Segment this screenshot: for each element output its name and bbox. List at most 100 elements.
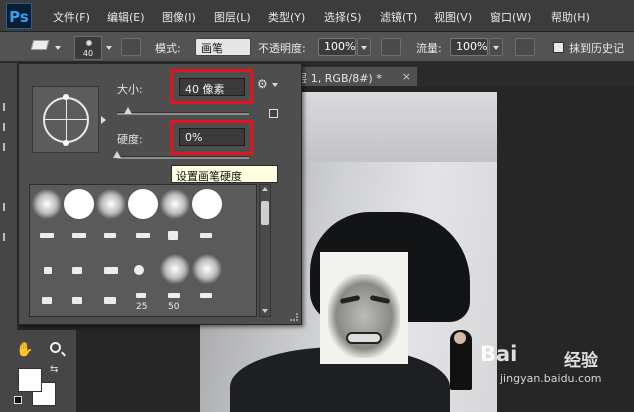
flow-label: 流量: (416, 42, 442, 55)
brush-preset-list[interactable]: 25 50 (29, 184, 257, 317)
menu-select[interactable]: 选择(S) (324, 9, 362, 25)
meme-mouth (346, 332, 382, 344)
menu-type[interactable]: 类型(Y) (268, 9, 305, 25)
menu-file[interactable]: 文件(F) (53, 9, 90, 25)
menu-edit[interactable]: 编辑(E) (107, 9, 145, 25)
brush-angle-crosshair-v (66, 97, 67, 143)
brush-preset-hard-round[interactable] (64, 189, 94, 219)
brush-preset-icon[interactable] (168, 231, 178, 240)
size-slider-track[interactable] (117, 112, 249, 115)
angle-arrow-icon (101, 116, 106, 124)
hardness-tooltip: 设置画笔硬度 (171, 165, 278, 183)
mode-value: 画笔 (201, 42, 223, 55)
hand-tool-icon[interactable]: ✋ (16, 342, 33, 358)
resize-grip-icon[interactable] (290, 313, 298, 321)
tool-icon[interactable] (3, 203, 13, 211)
brush-preset-icon[interactable] (40, 233, 54, 238)
brush-angle-preview[interactable] (32, 86, 99, 153)
menu-bar: Ps 文件(F) 编辑(E) 图像(I) 图层(L) 类型(Y) 选择(S) 滤… (0, 0, 634, 32)
watermark-title: 经验 (564, 351, 598, 371)
menu-layer[interactable]: 图层(L) (214, 9, 251, 25)
pressure-opacity-icon[interactable] (381, 38, 401, 56)
brush-preset-soft-round[interactable] (32, 189, 62, 219)
photoshop-logo: Ps (6, 3, 32, 29)
menu-filter[interactable]: 滤镜(T) (380, 9, 417, 25)
brush-preset-picker[interactable]: 40 (74, 36, 102, 60)
brush-preset-size-label: 50 (168, 302, 180, 312)
mode-select[interactable]: 画笔 (195, 38, 251, 56)
gear-icon[interactable]: ⚙ (257, 77, 268, 91)
brush-preset-soft-round[interactable] (160, 254, 190, 284)
brush-preset-hard-round[interactable] (128, 189, 158, 219)
menu-image[interactable]: 图像(I) (162, 9, 196, 25)
brush-preset-icon[interactable] (168, 293, 180, 298)
zoom-tool-icon[interactable] (50, 342, 61, 353)
brush-preset-icon[interactable] (136, 293, 146, 298)
hardness-slider-thumb[interactable] (113, 151, 121, 158)
brush-size-readout: 40 (82, 49, 94, 58)
erase-history-checkbox[interactable] (553, 42, 564, 53)
preset-scrollbar[interactable] (259, 184, 271, 317)
angle-handle-bottom[interactable] (63, 140, 69, 146)
brush-preset-popup: 大小: 40 像素 ⚙ 硬度: 0% 设置画笔硬度 25 50 (18, 63, 302, 325)
scroll-up-icon[interactable] (262, 187, 268, 191)
brush-preset-icon[interactable] (200, 293, 212, 298)
brush-preset-icon[interactable] (104, 297, 116, 304)
hardness-label: 硬度: (117, 133, 143, 146)
brush-preset-icon[interactable] (104, 233, 116, 238)
hardness-slider-track[interactable] (117, 156, 249, 159)
watermark-logo: Bai (480, 342, 518, 366)
photo-background-person-head (454, 332, 466, 344)
flow-input[interactable]: 100% (450, 38, 488, 56)
brush-preset-soft-round[interactable] (160, 189, 190, 219)
hardness-highlight-box (170, 120, 253, 155)
new-preset-icon[interactable] (269, 109, 278, 118)
brush-preset-hard-round[interactable] (192, 189, 222, 219)
tool-icon[interactable] (3, 233, 13, 241)
opacity-dropdown-button[interactable] (357, 38, 371, 56)
angle-handle-top[interactable] (63, 94, 69, 100)
scroll-down-icon[interactable] (262, 309, 268, 313)
menu-window[interactable]: 窗口(W) (490, 9, 531, 25)
brush-preset-icon[interactable] (42, 297, 52, 304)
brush-preset-icon[interactable] (72, 233, 86, 238)
brush-preset-soft-round[interactable] (96, 189, 126, 219)
brush-preset-icon[interactable] (72, 267, 82, 274)
airbrush-icon[interactable] (515, 38, 535, 56)
foreground-color-swatch[interactable] (18, 368, 42, 392)
brush-preset-size-label: 25 (136, 302, 148, 312)
eraser-icon[interactable] (30, 40, 50, 50)
options-bar: 40 模式: 画笔 不透明度: 100% 流量: 100% 抹到历史记 (0, 32, 634, 62)
brush-preset-soft-round[interactable] (192, 254, 222, 284)
swap-colors-icon[interactable]: ⇆ (50, 364, 58, 375)
brush-preset-icon[interactable] (200, 233, 212, 238)
brush-preset-icon[interactable] (72, 297, 82, 304)
size-label: 大小: (117, 83, 143, 96)
default-colors-icon[interactable] (14, 396, 22, 404)
flow-dropdown-button[interactable] (489, 38, 503, 56)
close-icon[interactable]: × (402, 70, 411, 83)
tool-icon[interactable] (3, 123, 13, 131)
size-slider-thumb[interactable] (123, 107, 132, 114)
brush-preset-icon[interactable] (134, 265, 144, 275)
brush-panel-toggle-icon[interactable] (121, 38, 141, 56)
brush-preset-icon[interactable] (136, 233, 150, 238)
tool-icon[interactable] (3, 143, 13, 151)
erase-history-label: 抹到历史记 (569, 42, 624, 55)
menu-help[interactable]: 帮助(H) (551, 9, 590, 25)
watermark-url: jingyan.baidu.com (500, 372, 602, 385)
chevron-down-icon (493, 46, 499, 50)
flow-value: 100% (456, 40, 488, 53)
scroll-thumb[interactable] (261, 201, 269, 225)
brush-tip-icon (86, 40, 92, 46)
tool-icon[interactable] (3, 103, 13, 111)
brush-picker-arrow-icon[interactable] (106, 46, 112, 50)
opacity-input[interactable]: 100% (318, 38, 356, 56)
tool-preset-arrow-icon[interactable] (55, 46, 61, 50)
brush-preset-icon[interactable] (44, 267, 52, 274)
baidu-watermark: Bai 经验 jingyan.baidu.com (480, 342, 630, 404)
size-highlight-box (170, 69, 253, 104)
chevron-down-icon (361, 46, 367, 50)
menu-view[interactable]: 视图(V) (434, 9, 472, 25)
brush-preset-icon[interactable] (104, 267, 118, 274)
